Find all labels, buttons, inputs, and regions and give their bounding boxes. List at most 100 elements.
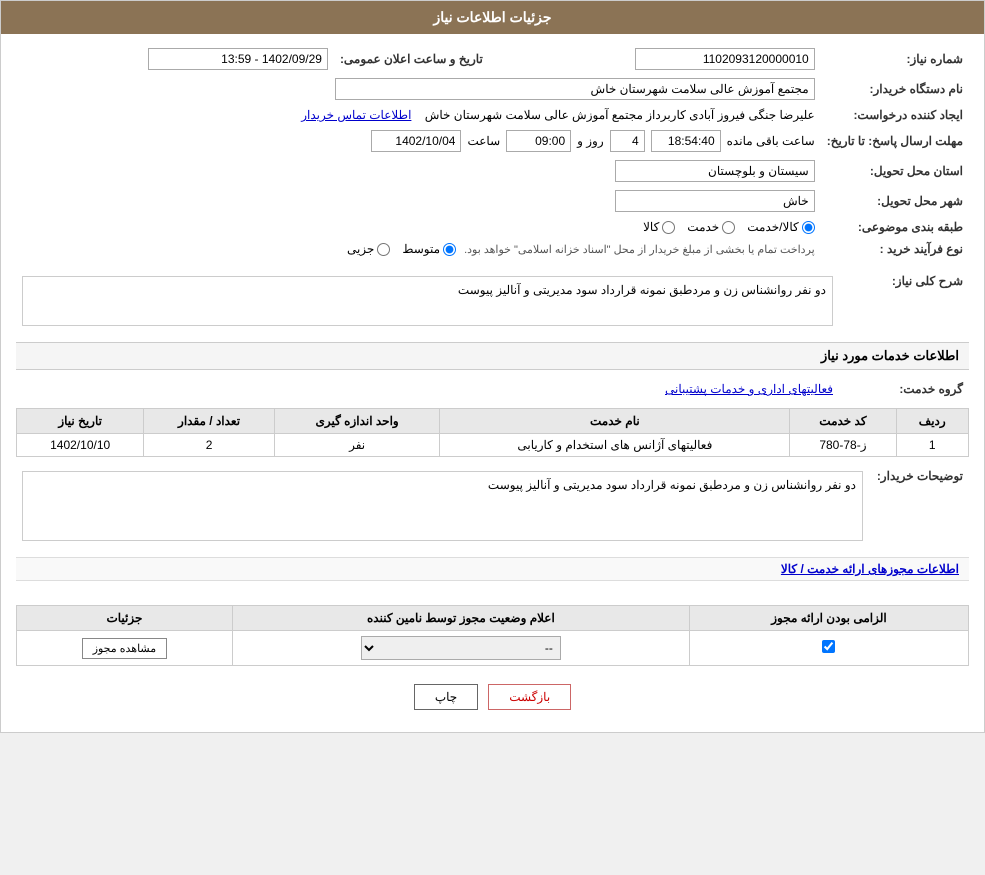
nam-dastgah-label: نام دستگاه خریدار: xyxy=(821,74,969,104)
tabaqe-radio-kala[interactable]: کالا xyxy=(643,220,675,234)
mojawaz-link[interactable]: اطلاعات مجوزهای ارائه خدمت / کالا xyxy=(781,562,959,576)
tazih-value: دو نفر روانشناس زن و مردطبق نمونه قراردا… xyxy=(16,463,869,549)
saat-label: ساعت xyxy=(467,134,500,148)
row-shomare-tarikh: شماره نیاز: تاریخ و ساعت اعلان عمومی: xyxy=(16,44,969,74)
sharh-text: دو نفر روانشناس زن و مردطبق نمونه قراردا… xyxy=(458,283,826,297)
mohlat-saat-input[interactable] xyxy=(506,130,571,152)
tarikh-label: تاریخ و ساعت اعلان عمومی: xyxy=(334,44,503,74)
page-title: جزئیات اطلاعات نیاز xyxy=(433,9,551,25)
cell-tarikh: 1402/10/10 xyxy=(17,434,144,457)
group-khadamat-value: فعالیتهای اداری و خدمات پشتیبانی xyxy=(16,378,839,400)
radio-kala[interactable] xyxy=(662,221,675,234)
khadamat-section-title: اطلاعات خدمات مورد نیاز xyxy=(16,342,969,370)
footer-buttons: بازگشت چاپ xyxy=(16,672,969,722)
row-mohlat: مهلت ارسال پاسخ: تا تاریخ: ساعت روز و سا… xyxy=(16,126,969,156)
radio-mota[interactable] xyxy=(443,243,456,256)
nam-dastgah-input[interactable] xyxy=(335,78,815,100)
col-tarikh: تاریخ نیاز xyxy=(17,409,144,434)
cell-status: -- xyxy=(232,631,689,666)
view-mojawaz-button[interactable]: مشاهده مجوز xyxy=(82,638,167,659)
tarikh-input[interactable] xyxy=(148,48,328,70)
noe-far-radio-mota[interactable]: متوسط xyxy=(402,242,456,256)
noe-far-radio-jozi[interactable]: جزیی xyxy=(347,242,390,256)
tabaqe-radio-group: کالا خدمت کالا/خدمت xyxy=(22,220,815,234)
saat-mande-input[interactable] xyxy=(651,130,721,152)
khadamat-table-header: ردیف کد خدمت نام خدمت واحد اندازه گیری ت… xyxy=(17,409,969,434)
tazih-table: توضیحات خریدار: دو نفر روانشناس زن و مرد… xyxy=(16,463,969,549)
mohlat-value: ساعت روز و ساعت باقی مانده xyxy=(16,126,821,156)
col-nam: نام خدمت xyxy=(440,409,790,434)
noe-far-note: پرداخت تمام یا بخشی از مبلغ خریدار از مح… xyxy=(464,243,815,256)
shahr-value xyxy=(16,186,821,216)
group-khadamat-label: گروه خدمت: xyxy=(839,378,969,400)
radio-khadamat-label: خدمت xyxy=(687,220,719,234)
shahr-label: شهر محل تحویل: xyxy=(821,186,969,216)
khadamat-data-table: ردیف کد خدمت نام خدمت واحد اندازه گیری ت… xyxy=(16,408,969,457)
cell-kod: ز-78-780 xyxy=(790,434,896,457)
tabaqe-label: طبقه بندی موضوعی: xyxy=(821,216,969,238)
col-joziyat: جزئیات xyxy=(17,606,233,631)
radio-mota-label: متوسط xyxy=(402,242,440,256)
tabaqe-radio-kala-khadamat[interactable]: کالا/خدمت xyxy=(747,220,814,234)
mojawaz-table-body: -- مشاهده مجوز xyxy=(17,631,969,666)
row-tazih: توضیحات خریدار: دو نفر روانشناس زن و مرد… xyxy=(16,463,969,549)
tazih-text-box: دو نفر روانشناس زن و مردطبق نمونه قراردا… xyxy=(22,471,863,541)
shomare-niaz-input[interactable] xyxy=(635,48,815,70)
ijad-kannde-value: علیرضا جنگی فیروز آبادی کاربرداز مجتمع آ… xyxy=(16,104,821,126)
tazih-label: توضیحات خریدار: xyxy=(869,463,969,549)
row-sharh: شرح کلی نیاز: دو نفر روانشناس زن و مردطب… xyxy=(16,268,969,334)
cell-vahed: نفر xyxy=(274,434,440,457)
row-shahr: شهر محل تحویل: xyxy=(16,186,969,216)
tabaqe-radio-khadamat[interactable]: خدمت xyxy=(687,220,735,234)
col-tedad: تعداد / مقدار xyxy=(144,409,275,434)
rooz-label: روز و xyxy=(577,134,604,148)
mojawaz-header-row: الزامی بودن ارائه مجوز اعلام وضعیت مجوز … xyxy=(17,606,969,631)
elzami-checkbox[interactable] xyxy=(822,640,835,653)
table-row: 1 ز-78-780 فعالیتهای آژانس های استخدام و… xyxy=(17,434,969,457)
row-ijad-kannde: ایجاد کننده درخواست: علیرضا جنگی فیروز آ… xyxy=(16,104,969,126)
noe-far-value: جزیی متوسط پرداخت تمام یا بخشی از مبلغ خ… xyxy=(16,238,821,260)
row-group-khadamat: گروه خدمت: فعالیتهای اداری و خدمات پشتیب… xyxy=(16,378,969,400)
radio-jozi-label: جزیی xyxy=(347,242,374,256)
mohlat-date-input[interactable] xyxy=(371,130,461,152)
ostan-input[interactable] xyxy=(615,160,815,182)
radio-jozi[interactable] xyxy=(377,243,390,256)
col-elzami: الزامی بودن ارائه مجوز xyxy=(689,606,968,631)
page-wrapper: جزئیات اطلاعات نیاز شماره نیاز: تاریخ و … xyxy=(0,0,985,733)
shomare-niaz-label: شماره نیاز: xyxy=(821,44,969,74)
mojawaz-section-title: اطلاعات مجوزهای ارائه خدمت / کالا xyxy=(16,557,969,581)
shahr-input[interactable] xyxy=(615,190,815,212)
tazih-text: دو نفر روانشناس زن و مردطبق نمونه قراردا… xyxy=(488,478,856,492)
radio-kala-khadamat[interactable] xyxy=(802,221,815,234)
sharh-value: دو نفر روانشناس زن و مردطبق نمونه قراردا… xyxy=(16,268,839,334)
cell-tedad: 2 xyxy=(144,434,275,457)
ijad-kannde-label: ایجاد کننده درخواست: xyxy=(821,104,969,126)
ostan-value xyxy=(16,156,821,186)
print-button[interactable]: چاپ xyxy=(414,684,478,710)
cell-radif: 1 xyxy=(896,434,969,457)
cell-joziyat: مشاهده مجوز xyxy=(17,631,233,666)
col-kod: کد خدمت xyxy=(790,409,896,434)
noe-far-radio-group: جزیی متوسط xyxy=(347,242,456,256)
rooz-value-input[interactable] xyxy=(610,130,645,152)
row-ostan: استان محل تحویل: xyxy=(16,156,969,186)
shomare-niaz-value xyxy=(503,44,821,74)
radio-khadamat[interactable] xyxy=(722,221,735,234)
ostan-label: استان محل تحویل: xyxy=(821,156,969,186)
mohlat-label: مهلت ارسال پاسخ: تا تاریخ: xyxy=(821,126,969,156)
khadamat-table-body: 1 ز-78-780 فعالیتهای آژانس های استخدام و… xyxy=(17,434,969,457)
mojawaz-table: الزامی بودن ارائه مجوز اعلام وضعیت مجوز … xyxy=(16,605,969,666)
sharh-text-box: دو نفر روانشناس زن و مردطبق نمونه قراردا… xyxy=(22,276,833,326)
group-khadamat-table: گروه خدمت: فعالیتهای اداری و خدمات پشتیب… xyxy=(16,378,969,400)
noe-far-label: نوع فرآیند خرید : xyxy=(821,238,969,260)
col-radif: ردیف xyxy=(896,409,969,434)
ettelaat-tamas-link[interactable]: اطلاعات تماس خریدار xyxy=(301,108,411,122)
row-nam-dastgah: نام دستگاه خریدار: xyxy=(16,74,969,104)
sharh-table: شرح کلی نیاز: دو نفر روانشناس زن و مردطب… xyxy=(16,268,969,334)
group-khadamat-link[interactable]: فعالیتهای اداری و خدمات پشتیبانی xyxy=(665,382,833,396)
tarikh-value xyxy=(16,44,334,74)
row-tabaqe: طبقه بندی موضوعی: کالا خدمت کالا/خدمت xyxy=(16,216,969,238)
status-select[interactable]: -- xyxy=(361,636,561,660)
back-button[interactable]: بازگشت xyxy=(488,684,571,710)
radio-kala-khadamat-label: کالا/خدمت xyxy=(747,220,798,234)
